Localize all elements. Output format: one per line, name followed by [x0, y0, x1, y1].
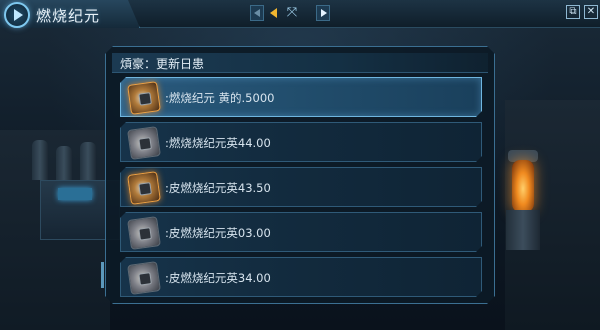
panel-title: 熕豪：更新日患 — [120, 57, 205, 71]
update-item-text: :燃烧烧纪元英44.00 — [165, 136, 271, 150]
background-tank — [32, 140, 48, 180]
update-item[interactable]: :皮燃烧纪元英43.50 — [120, 167, 482, 207]
grey-gear-icon — [127, 126, 161, 160]
expand-icon[interactable]: ⤧ — [284, 5, 300, 21]
update-log-panel: 熕豪：更新日患 :燃烧纪元 黄的.5000 :燃烧烧纪元英44.00 :皮燃烧纪… — [105, 46, 495, 304]
nav-next-button[interactable] — [316, 5, 330, 21]
update-item[interactable]: :皮燃烧纪元英34.00 — [120, 257, 482, 297]
orange-gear-icon — [127, 171, 161, 205]
scroll-indicator[interactable] — [101, 262, 104, 288]
background-tank — [80, 142, 96, 182]
grey-gear-icon — [127, 261, 161, 295]
update-item[interactable]: :皮燃烧纪元英03.00 — [120, 212, 482, 252]
update-item-text: :燃烧纪元 黄的.5000 — [165, 91, 275, 105]
panel-header: 熕豪：更新日患 — [112, 53, 488, 73]
update-item-text: :皮燃烧纪元英03.00 — [165, 226, 271, 240]
glowing-lamp — [512, 160, 534, 212]
game-scene: 燃烧纪元 ⤧ ⧉ ✕ 熕豪：更新日患 :燃烧纪元 黄的.5000 :燃烧烧纪元英… — [0, 0, 600, 330]
background-console-screen — [58, 188, 92, 200]
update-item-text: :皮燃烧纪元英34.00 — [165, 271, 271, 285]
window-toggle-icon[interactable]: ⧉ — [566, 5, 580, 19]
game-title: 燃烧纪元 — [36, 7, 101, 25]
nav-previous-button[interactable] — [268, 5, 280, 21]
close-icon[interactable]: ✕ — [584, 5, 598, 19]
update-item-text: :皮燃烧纪元英43.50 — [165, 181, 271, 195]
top-bar: 燃烧纪元 ⤧ ⧉ ✕ — [0, 0, 600, 28]
update-item[interactable]: :燃烧纪元 黄的.5000 — [120, 77, 482, 117]
orange-gear-icon — [127, 81, 161, 115]
grey-gear-icon — [127, 216, 161, 250]
nav-first-button[interactable] — [250, 5, 264, 21]
lamp-base — [506, 210, 540, 250]
update-item[interactable]: :燃烧烧纪元英44.00 — [120, 122, 482, 162]
play-icon[interactable] — [4, 2, 30, 28]
